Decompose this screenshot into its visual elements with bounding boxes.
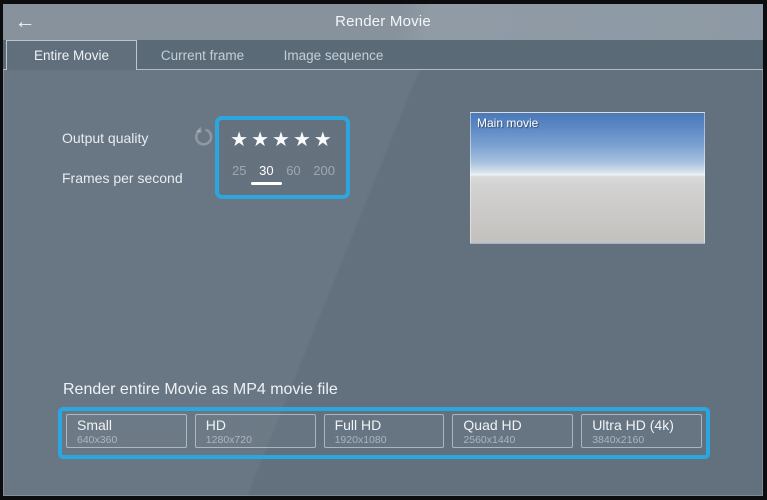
screen-frame: ← Render Movie Entire Movie Current fram… xyxy=(0,0,767,500)
frames-per-second-label: Frames per second xyxy=(62,170,183,186)
preset-label: Ultra HD (4k) xyxy=(592,417,701,434)
star-icon[interactable]: ★ xyxy=(230,127,251,151)
preset-resolution: 640x360 xyxy=(77,434,186,446)
tab-bar: Entire Movie Current frame Image sequenc… xyxy=(3,40,763,70)
tab-image-sequence[interactable]: Image sequence xyxy=(268,40,399,70)
preset-label: Full HD xyxy=(335,417,444,434)
fps-option-25[interactable]: 25 xyxy=(232,163,246,178)
star-icon[interactable]: ★ xyxy=(314,127,335,151)
fps-option-30[interactable]: 30 xyxy=(259,163,273,178)
render-movie-dialog: ← Render Movie Entire Movie Current fram… xyxy=(3,4,763,496)
preset-resolution: 1920x1080 xyxy=(335,434,444,446)
tab-entire-movie[interactable]: Entire Movie xyxy=(6,40,137,70)
fps-selector: 25 30 60 200 xyxy=(219,163,346,178)
preset-label: HD xyxy=(206,417,315,434)
tab-content-entire-movie: Output quality ★★★★★ 25 30 60 200 Frames… xyxy=(3,70,763,496)
undo-icon[interactable] xyxy=(192,125,216,149)
star-icon[interactable]: ★ xyxy=(293,127,314,151)
preview-title: Main movie xyxy=(477,116,538,130)
preset-resolution: 1280x720 xyxy=(206,434,315,446)
movie-preview-thumbnail: Main movie xyxy=(470,112,705,244)
preset-quad-hd-button[interactable]: Quad HD 2560x1440 xyxy=(452,414,573,448)
fps-option-200[interactable]: 200 xyxy=(313,163,335,178)
preset-full-hd-button[interactable]: Full HD 1920x1080 xyxy=(324,414,445,448)
preset-small-button[interactable]: Small 640x360 xyxy=(66,414,187,448)
preset-ultra-hd-button[interactable]: Ultra HD (4k) 3840x2160 xyxy=(581,414,702,448)
tab-current-frame[interactable]: Current frame xyxy=(137,40,268,70)
preset-resolution: 2560x1440 xyxy=(463,434,572,446)
preset-label: Small xyxy=(77,417,186,434)
resolution-presets-highlight-box: Small 640x360 HD 1280x720 Full HD 1920x1… xyxy=(58,407,710,459)
star-icon[interactable]: ★ xyxy=(272,127,293,151)
output-quality-label: Output quality xyxy=(62,130,148,146)
preset-hd-button[interactable]: HD 1280x720 xyxy=(195,414,316,448)
quality-settings-highlight-box: ★★★★★ 25 30 60 200 xyxy=(215,116,350,199)
render-section-heading: Render entire Movie as MP4 movie file xyxy=(63,381,338,399)
preset-label: Quad HD xyxy=(463,417,572,434)
fps-option-60[interactable]: 60 xyxy=(286,163,300,178)
star-rating[interactable]: ★★★★★ xyxy=(219,127,346,151)
star-icon[interactable]: ★ xyxy=(251,127,272,151)
preset-resolution: 3840x2160 xyxy=(592,434,701,446)
dialog-header: ← Render Movie xyxy=(3,4,763,40)
page-title: Render Movie xyxy=(3,4,763,40)
